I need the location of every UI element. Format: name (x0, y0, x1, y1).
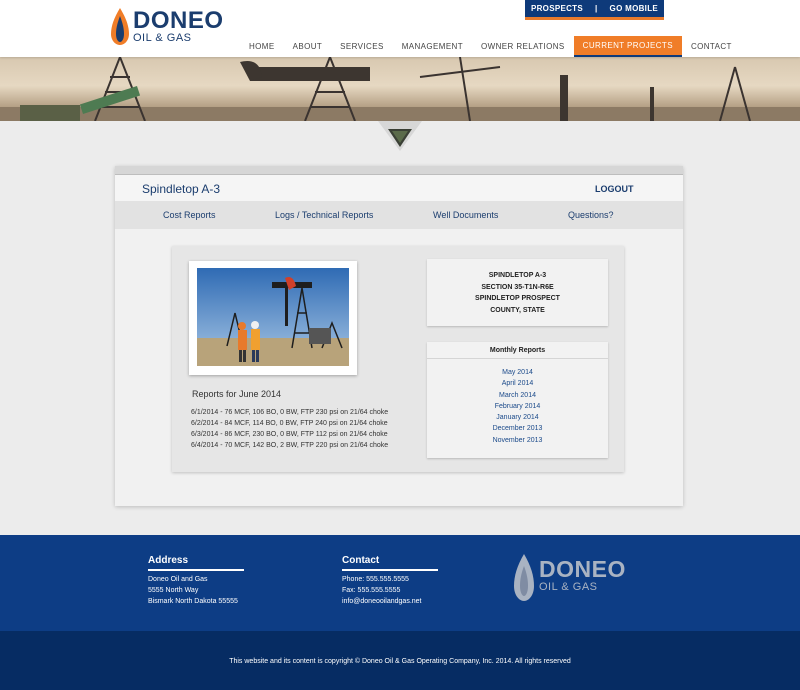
month-link[interactable]: March 2014 (427, 390, 608, 401)
info-well-name: SPINDLETOP A-3 (488, 272, 547, 279)
well-photo (197, 268, 349, 366)
report-line: 6/2/2014 - 84 MCF, 114 BO, 0 BW, FTP 240… (191, 420, 388, 427)
report-line: 6/1/2014 - 76 MCF, 106 BO, 0 BW, FTP 230… (191, 409, 389, 416)
month-link[interactable]: January 2014 (427, 412, 608, 423)
tab-logs-technical-reports[interactable]: Logs / Technical Reports (275, 210, 373, 220)
tab-questions[interactable]: Questions? (568, 210, 614, 220)
panel-content: Reports for June 2014 6/1/2014 - 76 MCF,… (172, 246, 624, 472)
well-title: Spindletop A-3 (142, 182, 221, 196)
go-mobile-link[interactable]: GO MOBILE (610, 4, 658, 13)
well-info-box: SPINDLETOP A-3 SECTION 35-T1N-R6E SPINDL… (427, 259, 608, 326)
month-link[interactable]: November 2013 (427, 435, 608, 446)
nav-owner-relations[interactable]: OWNER RELATIONS (472, 36, 574, 57)
address-title: Address (148, 555, 244, 571)
contact-title: Contact (342, 555, 438, 571)
info-prospect: SPINDLETOP PROSPECT (475, 295, 560, 302)
copyright-text: This website and its content is copyrigh… (229, 658, 571, 665)
main-nav: HOME ABOUT SERVICES MANAGEMENT OWNER REL… (240, 36, 741, 57)
contact-phone: Phone: 555.555.5555 (342, 576, 409, 583)
reports-title: Reports for June 2014 (192, 389, 282, 399)
contact-fax: Fax: 555.555.5555 (342, 587, 401, 594)
address-line: 5555 North Way (148, 587, 199, 594)
month-link[interactable]: December 2013 (427, 423, 608, 434)
month-link[interactable]: May 2014 (427, 367, 608, 378)
tab-well-documents[interactable]: Well Documents (433, 210, 498, 220)
info-county: COUNTY, STATE (490, 306, 545, 314)
nav-about[interactable]: ABOUT (284, 36, 332, 57)
hero-banner-image (0, 57, 800, 121)
month-link[interactable]: February 2014 (427, 401, 608, 412)
monthly-reports-box: Monthly Reports May 2014 April 2014 Marc… (427, 342, 608, 458)
panel-top-border (115, 166, 683, 175)
down-arrow-indicator (378, 121, 422, 151)
flame-icon (514, 554, 534, 601)
copyright-bar: This website and its content is copyrigh… (0, 631, 800, 690)
top-utility-bar: PROSPECTS | GO MOBILE (525, 0, 664, 20)
panel-header: Spindletop A-3 LOGOUT (115, 175, 683, 201)
logo-subtitle: OIL & GAS (133, 32, 192, 44)
monthly-reports-list: May 2014 April 2014 March 2014 February … (427, 359, 608, 446)
report-line: 6/4/2014 - 70 MCF, 142 BO, 2 BW, FTP 220… (191, 442, 389, 449)
footer-logo-subtitle: OIL & GAS (539, 581, 598, 593)
monthly-reports-title: Monthly Reports (427, 342, 608, 359)
report-line: 6/3/2014 - 86 MCF, 230 BO, 0 BW, FTP 112… (191, 431, 388, 438)
nav-services[interactable]: SERVICES (331, 36, 393, 57)
project-panel: Spindletop A-3 LOGOUT Cost Reports Logs … (115, 166, 683, 506)
month-link[interactable]: April 2014 (427, 378, 608, 389)
address-line: Bismark North Dakota 55555 (148, 598, 238, 605)
info-section: SECTION 35-T1N-R6E (481, 283, 554, 291)
tab-cost-reports[interactable]: Cost Reports (163, 210, 216, 220)
site-footer: Address Doneo Oil and Gas 5555 North Way… (0, 535, 800, 631)
prospects-link[interactable]: PROSPECTS (531, 4, 583, 13)
nav-home[interactable]: HOME (240, 36, 284, 57)
nav-management[interactable]: MANAGEMENT (393, 36, 472, 57)
nav-current-projects[interactable]: CURRENT PROJECTS (573, 36, 682, 57)
logout-link[interactable]: LOGOUT (595, 184, 634, 194)
doneo-logo[interactable]: DONEO OIL & GAS (110, 8, 223, 46)
footer-logo-wordmark: DONEO (539, 556, 626, 582)
contact-email[interactable]: info@doneooilandgas.net (342, 598, 422, 605)
panel-subnav: Cost Reports Logs / Technical Reports We… (115, 201, 683, 229)
address-line: Doneo Oil and Gas (148, 576, 208, 583)
topbar-separator: | (595, 4, 598, 13)
well-photo-frame (189, 261, 357, 375)
logo-wordmark: DONEO (133, 7, 224, 34)
flame-icon (111, 8, 129, 45)
site-header: DONEO OIL & GAS PROSPECTS | GO MOBILE HO… (0, 0, 800, 57)
footer-logo: DONEO OIL & GAS (513, 554, 643, 604)
nav-contact[interactable]: CONTACT (682, 36, 741, 57)
